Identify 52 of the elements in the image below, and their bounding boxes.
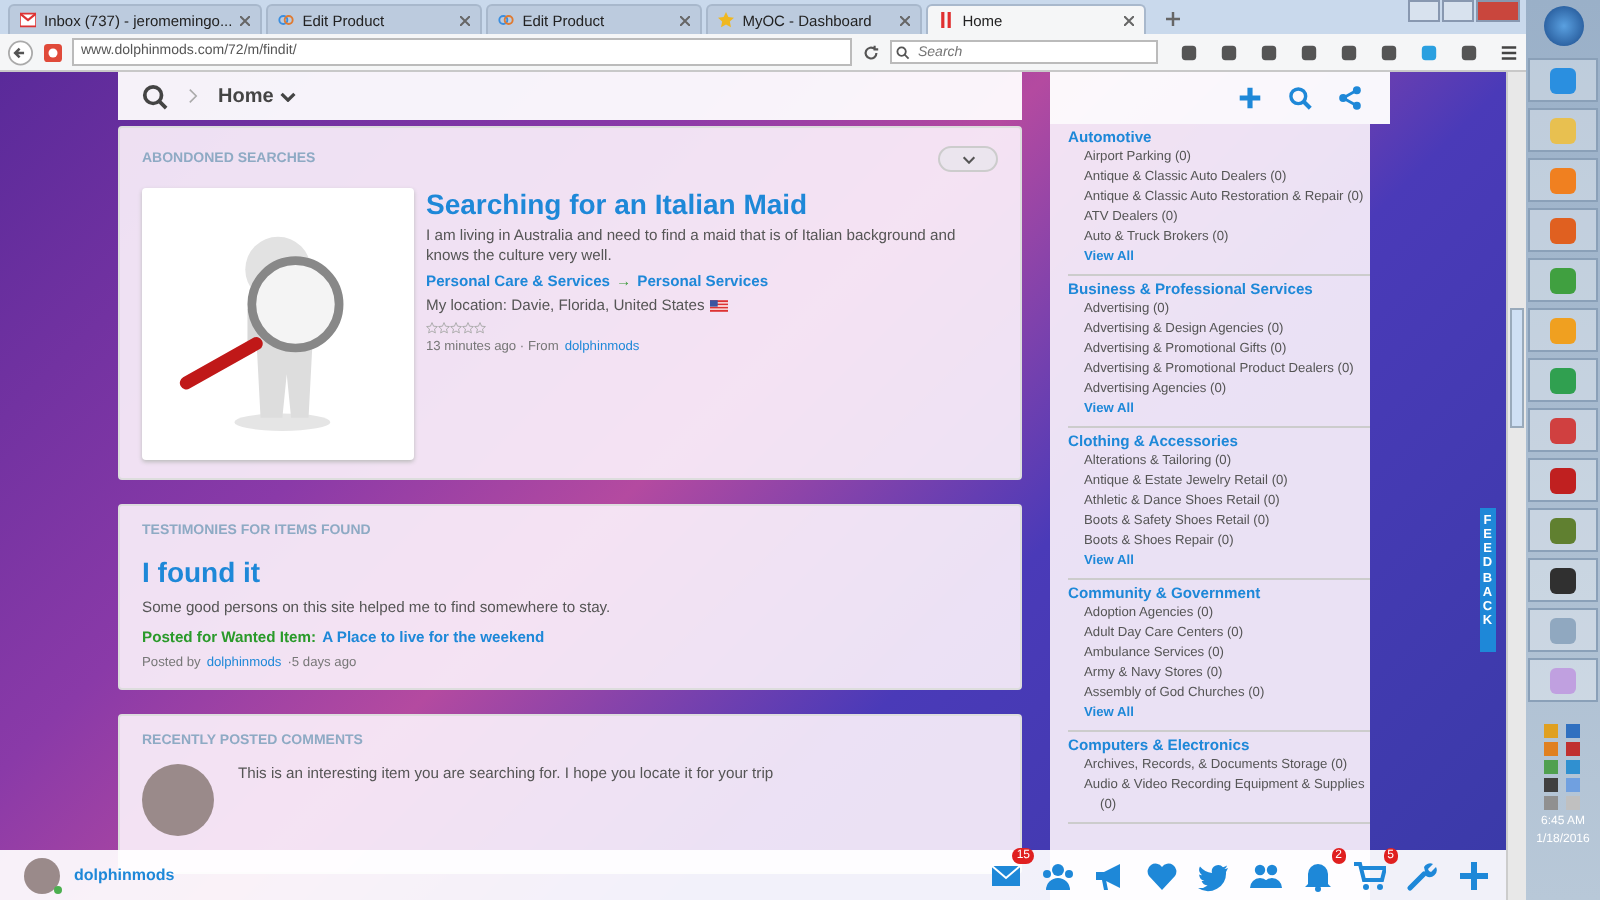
group-icon[interactable] xyxy=(1250,859,1282,891)
back-button[interactable] xyxy=(8,39,33,65)
bird-icon[interactable] xyxy=(1198,859,1230,891)
link-icon xyxy=(278,12,295,28)
toolbar-icon[interactable] xyxy=(1260,43,1278,61)
reload-icon[interactable] xyxy=(862,43,880,61)
toolbar-icon[interactable] xyxy=(1300,43,1318,61)
flag-icon xyxy=(710,300,729,312)
toolbar-icon[interactable] xyxy=(1380,43,1398,61)
close-icon[interactable] xyxy=(680,15,691,25)
toolbar-icon[interactable] xyxy=(1180,43,1198,61)
wrench-icon[interactable] xyxy=(1406,859,1438,891)
caret-icon xyxy=(961,155,975,163)
search-icon[interactable] xyxy=(142,83,168,109)
collapse-button[interactable] xyxy=(938,146,998,172)
caret-icon xyxy=(279,91,296,101)
plus-icon[interactable] xyxy=(1238,86,1262,110)
taskbar-app-button[interactable] xyxy=(1528,458,1598,502)
bars-icon xyxy=(938,12,955,28)
close-icon[interactable] xyxy=(1124,15,1135,25)
app-icon[interactable] xyxy=(43,43,61,61)
close-icon[interactable] xyxy=(240,15,251,25)
link-icon xyxy=(498,12,515,28)
toolbar-icon[interactable] xyxy=(1460,43,1478,61)
breadcrumb-dropdown[interactable]: Home xyxy=(218,85,296,107)
star-rating[interactable] xyxy=(426,322,486,334)
mail-icon xyxy=(20,12,36,28)
user-avatar[interactable] xyxy=(24,857,60,893)
new-tab-icon[interactable] xyxy=(1166,12,1181,26)
cart-icon[interactable] xyxy=(1354,859,1386,891)
users-icon[interactable] xyxy=(1042,859,1074,891)
mail-icon[interactable] xyxy=(990,859,1022,891)
bell-icon[interactable] xyxy=(1302,859,1334,891)
window-controls[interactable] xyxy=(1408,0,1520,22)
chevron-icon xyxy=(188,88,198,104)
start-button[interactable] xyxy=(1543,6,1583,46)
username-link[interactable]: dolphinmods xyxy=(74,866,175,884)
megaphone-icon[interactable] xyxy=(1094,859,1126,891)
taskbar-app-button[interactable] xyxy=(1528,558,1598,602)
share-icon[interactable] xyxy=(1338,86,1362,110)
heart-icon[interactable] xyxy=(1146,859,1178,891)
search-icon xyxy=(896,45,910,59)
menu-icon[interactable] xyxy=(1500,43,1518,61)
close-icon[interactable] xyxy=(460,15,471,25)
star-icon xyxy=(718,12,735,28)
plus-icon[interactable] xyxy=(1458,859,1490,891)
scrollbar-thumb[interactable] xyxy=(1510,308,1524,428)
toolbar-icon[interactable] xyxy=(1220,43,1238,61)
avatar xyxy=(142,764,214,836)
scrollbar[interactable] xyxy=(1506,72,1526,900)
toolbar-icon[interactable] xyxy=(1340,43,1358,61)
close-icon[interactable] xyxy=(900,15,911,25)
